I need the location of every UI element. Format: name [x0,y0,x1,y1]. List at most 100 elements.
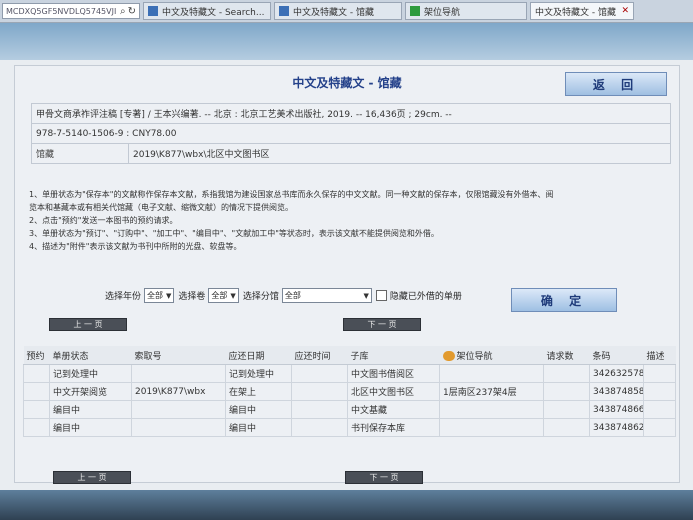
cell-requests [543,364,590,383]
record-title-line: 甲骨文商承祚评注稿 [专著] / 王本兴编著. -- 北京 : 北京工艺美术出版… [31,103,671,124]
hide-loaned-label: 隐藏已外借的单册 [389,292,462,302]
cell-callno [131,364,226,383]
browser-tab-search[interactable]: 中文及特藏文 - Search... [143,2,271,20]
tab-label: 中文及特藏文 - 馆藏 [535,7,616,18]
year-label: 选择年份 [105,292,142,302]
shelf-nav-icon [442,351,455,361]
col-header-sublibrary: 子库 [347,346,440,365]
search-icon[interactable]: ⌕ [120,6,126,17]
filter-bar: 选择年份 全部 ▼ 选择卷 全部 ▼ 选择分馆 全部 ▼ 隐藏已外借的单册 [105,288,462,303]
table-row: 记到处理中 记到处理中 中文图书借阅区 3426325787 [23,364,676,383]
cell-requests [543,418,590,437]
table-row: 编目中 编目中 书刊保存本库 3438748620 [23,418,676,437]
cell-sublibrary: 北区中文图书区 [347,382,440,401]
cell-callno [131,400,226,419]
table-header-row: 预约 单册状态 索取号 应还日期 应还时间 子库 架位导航 请求数 条码 描述 [23,346,676,365]
chevron-down-icon: ▼ [363,291,369,300]
holdings-panel: 中文及特藏文 - 馆藏 返 回 甲骨文商承祚评注稿 [专著] / 王本兴编著. … [14,65,680,484]
cell-status: 中文开架阅览 [49,382,132,401]
cell-shelf-nav[interactable] [439,418,544,437]
cell-barcode: 3438748661 [589,400,644,419]
cell-shelf-nav[interactable]: 1层南区237架4层 [439,382,544,401]
holding-value: 2019\K877\wbx\北区中文图书区 [128,143,671,164]
confirm-button[interactable]: 确 定 [511,288,617,312]
address-text: MCDXQ5GF5NVDLQ5745VJI [6,6,117,16]
cell-due-date: 编目中 [225,400,292,419]
cell-due-date: 记到处理中 [225,364,292,383]
shelf-nav-header-label: 架位导航 [456,351,493,362]
cell-due-time [291,418,348,437]
cell-callno [131,418,226,437]
hide-loaned-checkbox[interactable] [375,290,387,301]
note-line: 览本和基藏本或有相关代馆藏（电子文献、缩微文献）的情况下提供阅览。 [29,203,293,212]
tab-label: 中文及特藏文 - Search... [162,7,265,18]
cell-shelf-nav[interactable] [439,364,544,383]
cell-barcode: 3426325787 [589,364,644,383]
cell-sublibrary: 书刊保存本库 [347,418,440,437]
col-header-description: 描述 [643,346,676,365]
browser-tab-holdings[interactable]: 中文及特藏文 - 馆藏 [274,2,402,20]
cell-requests [543,400,590,419]
col-header-status: 单册状态 [49,346,132,365]
back-button[interactable]: 返 回 [565,72,667,96]
address-bar[interactable]: MCDXQ5GF5NVDLQ5745VJI ⌕ ↻ [2,3,140,19]
chevron-down-icon: ▼ [230,291,236,300]
holding-label: 馆藏 [31,143,129,164]
cell-description [643,364,676,383]
notes-section: 1、单册状态为"保存本"的文献称作保存本文献，系指我馆为建设国家总书库而永久保存… [29,188,677,253]
cell-sublibrary: 中文基藏 [347,400,440,419]
cell-status: 编目中 [49,418,132,437]
cell-barcode: 3438748620 [589,418,644,437]
cell-reserve[interactable] [23,364,50,383]
year-select-value: 全部 [147,291,164,300]
volume-select-value: 全部 [211,291,228,300]
prev-page-button-top[interactable]: 上 一 页 [49,318,127,331]
page-icon [279,6,289,16]
table-row: 编目中 编目中 中文基藏 3438748661 [23,400,676,419]
sublib-select-value: 全部 [284,291,301,300]
cell-barcode: 3438748588 [589,382,644,401]
note-line: 3、单册状态为"预订"、"订购中"、"加工中"、"编目中"、"文献加工中"等状态… [29,229,439,238]
cell-sublibrary: 中文图书借阅区 [347,364,440,383]
table-row: 中文开架阅览 2019\K877\wbx 在架上 北区中文图书区 1层南区237… [23,382,676,401]
record-info-table: 甲骨文商承祚评注稿 [专著] / 王本兴编著. -- 北京 : 北京工艺美术出版… [31,103,671,164]
volume-label: 选择卷 [178,292,206,302]
page-icon [148,6,158,16]
note-line: 4、描述为"附件"表示该文献为书刊中所附的光盘、软盘等。 [29,242,242,251]
cell-reserve[interactable] [23,418,50,437]
tab-label: 架位导航 [424,7,461,18]
cell-due-date: 在架上 [225,382,292,401]
browser-tab-shelf-nav[interactable]: 架位导航 [405,2,527,20]
note-line: 1、单册状态为"保存本"的文献称作保存本文献，系指我馆为建设国家总书库而永久保存… [29,190,554,199]
next-page-button-bottom[interactable]: 下 一 页 [345,471,423,484]
cell-due-time [291,364,348,383]
cell-due-time [291,382,348,401]
close-icon[interactable]: ✕ [617,6,629,16]
col-header-reserve: 预约 [23,346,50,365]
col-header-requests: 请求数 [543,346,590,365]
col-header-callno: 索取号 [131,346,226,365]
sublib-label: 选择分馆 [242,292,279,302]
cell-callno: 2019\K877\wbx [131,382,226,401]
cell-shelf-nav[interactable] [439,400,544,419]
col-header-barcode: 条码 [589,346,644,365]
next-page-button-top[interactable]: 下 一 页 [343,318,421,331]
browser-tab-holdings-active[interactable]: 中文及特藏文 - 馆藏 ✕ [530,2,634,20]
refresh-icon[interactable]: ↻ [128,6,136,17]
cell-description [643,418,676,437]
cell-reserve[interactable] [23,382,50,401]
year-select[interactable]: 全部 ▼ [144,288,175,303]
col-header-due-date: 应还日期 [225,346,292,365]
col-header-shelf-nav: 架位导航 [439,346,544,365]
sublib-select[interactable]: 全部 ▼ [281,288,372,303]
footer-band [0,490,693,520]
cell-status: 编目中 [49,400,132,419]
prev-page-button-bottom[interactable]: 上 一 页 [53,471,131,484]
cell-requests [543,382,590,401]
cell-due-date: 编目中 [225,418,292,437]
cell-due-time [291,400,348,419]
volume-select[interactable]: 全部 ▼ [208,288,239,303]
browser-tabbar: MCDXQ5GF5NVDLQ5745VJI ⌕ ↻ 中文及特藏文 - Searc… [0,0,693,23]
tab-label: 中文及特藏文 - 馆藏 [293,7,374,18]
cell-reserve[interactable] [23,400,50,419]
